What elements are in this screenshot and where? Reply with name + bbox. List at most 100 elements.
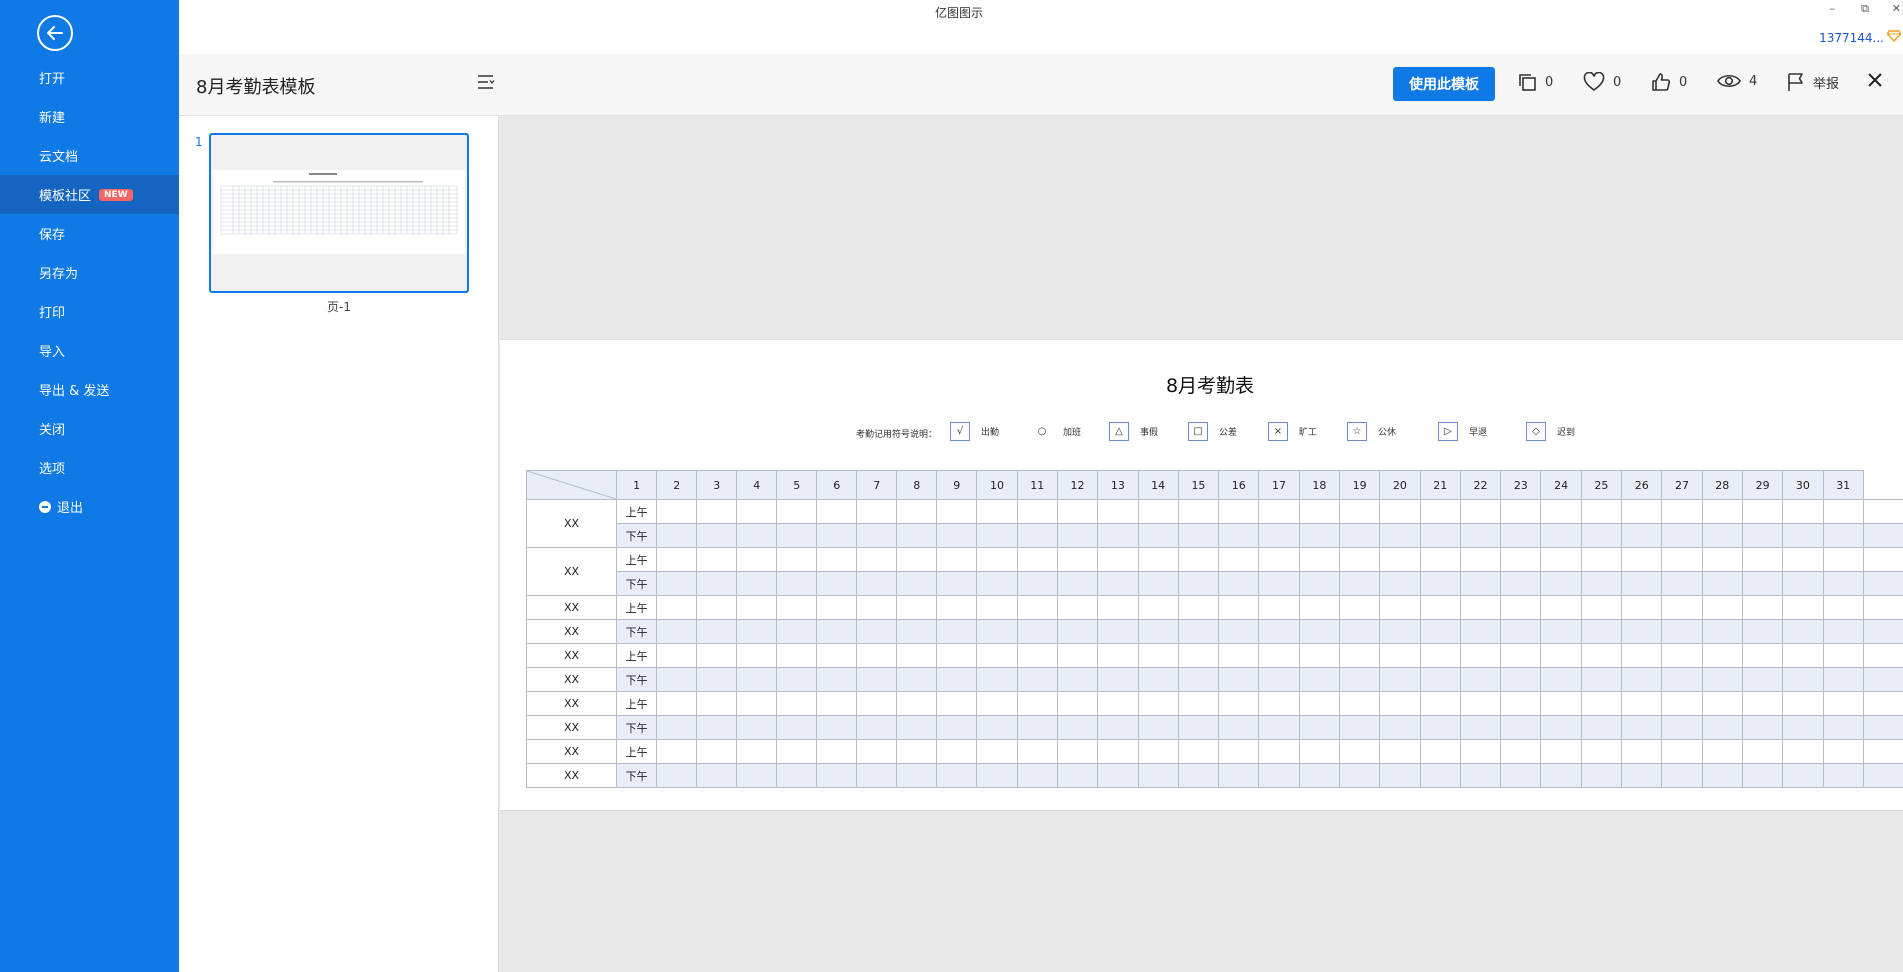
attendance-cell[interactable] (1298, 595, 1340, 620)
attendance-cell[interactable] (1459, 691, 1502, 716)
attendance-cell[interactable] (1540, 643, 1582, 668)
attendance-cell[interactable] (736, 691, 778, 716)
attendance-cell[interactable] (1338, 763, 1381, 788)
attendance-cell[interactable] (1056, 691, 1099, 716)
attendance-cell[interactable] (1862, 739, 1903, 764)
attendance-cell[interactable] (1500, 763, 1542, 788)
attendance-cell[interactable] (1218, 667, 1260, 692)
attendance-cell[interactable] (696, 595, 738, 620)
attendance-cell[interactable] (1137, 763, 1179, 788)
attendance-cell[interactable] (1822, 643, 1864, 668)
attendance-cell[interactable] (696, 667, 738, 692)
attendance-cell[interactable] (1540, 499, 1582, 524)
attendance-cell[interactable] (1056, 547, 1099, 572)
attendance-cell[interactable] (1298, 763, 1340, 788)
attendance-cell[interactable] (1580, 571, 1623, 596)
attendance-cell[interactable] (1459, 715, 1502, 740)
attendance-cell[interactable] (1862, 523, 1903, 548)
attendance-cell[interactable] (1258, 499, 1300, 524)
attendance-cell[interactable] (696, 547, 738, 572)
employee-name-cell[interactable]: XX (526, 763, 617, 788)
attendance-cell[interactable] (1580, 523, 1623, 548)
attendance-cell[interactable] (1016, 691, 1058, 716)
attendance-cell[interactable] (1741, 619, 1784, 644)
attendance-cell[interactable] (1621, 739, 1663, 764)
attendance-cell[interactable] (1500, 571, 1542, 596)
attendance-cell[interactable] (1379, 547, 1421, 572)
attendance-cell[interactable] (1137, 691, 1179, 716)
attendance-cell[interactable] (1621, 571, 1663, 596)
attendance-cell[interactable] (1822, 667, 1864, 692)
attendance-cell[interactable] (936, 667, 978, 692)
attendance-cell[interactable] (1741, 691, 1784, 716)
attendance-cell[interactable] (976, 763, 1018, 788)
attendance-cell[interactable] (1419, 715, 1461, 740)
attendance-cell[interactable] (1459, 619, 1502, 644)
attendance-cell[interactable] (1419, 667, 1461, 692)
attendance-cell[interactable] (1016, 595, 1058, 620)
attendance-cell[interactable] (896, 739, 938, 764)
attendance-cell[interactable] (1097, 643, 1139, 668)
attendance-cell[interactable] (1741, 547, 1784, 572)
attendance-cell[interactable] (656, 571, 698, 596)
attendance-cell[interactable] (1338, 691, 1381, 716)
attendance-cell[interactable] (1419, 499, 1461, 524)
attendance-cell[interactable] (1338, 499, 1381, 524)
attendance-cell[interactable] (776, 691, 818, 716)
attendance-cell[interactable] (1298, 667, 1340, 692)
attendance-cell[interactable] (1338, 547, 1381, 572)
sidebar-item-template-community[interactable]: 模板社区 NEW (0, 175, 179, 214)
attendance-cell[interactable] (1459, 667, 1502, 692)
attendance-cell[interactable] (1298, 691, 1340, 716)
attendance-cell[interactable] (1056, 739, 1099, 764)
sidebar-item-new[interactable]: 新建 (0, 97, 179, 136)
sidebar-item-options[interactable]: 选项 (0, 448, 179, 487)
attendance-cell[interactable] (856, 523, 898, 548)
attendance-cell[interactable] (1177, 667, 1220, 692)
attendance-cell[interactable] (1097, 667, 1139, 692)
attendance-cell[interactable] (776, 739, 818, 764)
attendance-cell[interactable] (1862, 715, 1903, 740)
attendance-cell[interactable] (1701, 595, 1743, 620)
sidebar-item-import[interactable]: 导入 (0, 331, 179, 370)
attendance-cell[interactable] (976, 667, 1018, 692)
attendance-cell[interactable] (1822, 595, 1864, 620)
attendance-cell[interactable] (656, 691, 698, 716)
attendance-cell[interactable] (1016, 499, 1058, 524)
attendance-cell[interactable] (1056, 523, 1099, 548)
attendance-cell[interactable] (1540, 739, 1582, 764)
attendance-cell[interactable] (896, 619, 938, 644)
attendance-cell[interactable] (656, 619, 698, 644)
attendance-cell[interactable] (1177, 763, 1220, 788)
attendance-cell[interactable] (1056, 499, 1099, 524)
attendance-cell[interactable] (1580, 619, 1623, 644)
attendance-cell[interactable] (1218, 691, 1260, 716)
attendance-cell[interactable] (1097, 739, 1139, 764)
attendance-cell[interactable] (1741, 643, 1784, 668)
employee-name-cell[interactable]: XX (526, 715, 617, 740)
attendance-cell[interactable] (1701, 643, 1743, 668)
outline-menu-icon[interactable] (477, 74, 495, 90)
attendance-cell[interactable] (1741, 571, 1784, 596)
attendance-cell[interactable] (1580, 667, 1623, 692)
attendance-cell[interactable] (696, 643, 738, 668)
sidebar-item-save-as[interactable]: 另存为 (0, 253, 179, 292)
attendance-cell[interactable] (1741, 715, 1784, 740)
attendance-cell[interactable] (1419, 739, 1461, 764)
attendance-cell[interactable] (896, 643, 938, 668)
attendance-cell[interactable] (1862, 667, 1903, 692)
attendance-cell[interactable] (1822, 547, 1864, 572)
attendance-cell[interactable] (1782, 547, 1824, 572)
attendance-cell[interactable] (1500, 739, 1542, 764)
attendance-cell[interactable] (1661, 763, 1703, 788)
attendance-cell[interactable] (1580, 691, 1623, 716)
attendance-cell[interactable] (1298, 739, 1340, 764)
attendance-cell[interactable] (1016, 763, 1058, 788)
employee-name-cell[interactable]: XX (526, 667, 617, 692)
attendance-cell[interactable] (1500, 643, 1542, 668)
attendance-cell[interactable] (1701, 571, 1743, 596)
attendance-cell[interactable] (976, 739, 1018, 764)
attendance-cell[interactable] (1419, 619, 1461, 644)
attendance-cell[interactable] (1661, 619, 1703, 644)
attendance-cell[interactable] (1298, 523, 1340, 548)
